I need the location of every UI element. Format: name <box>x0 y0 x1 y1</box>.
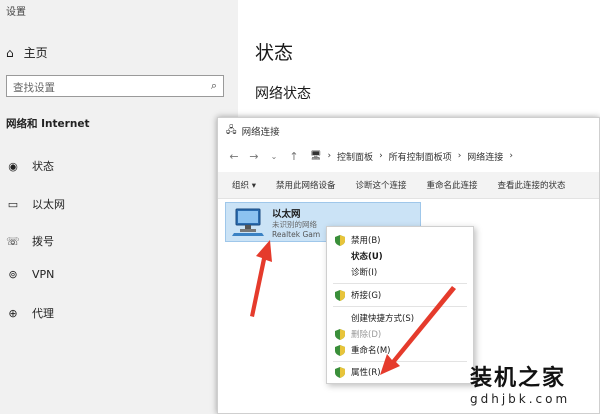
arrow-to-properties <box>380 286 456 375</box>
watermark-name: 装机之家 <box>470 366 567 391</box>
watermark-url: gdhjbk.com <box>470 392 571 406</box>
arrow-to-adapter <box>250 240 272 317</box>
annotation-arrows <box>250 240 456 375</box>
